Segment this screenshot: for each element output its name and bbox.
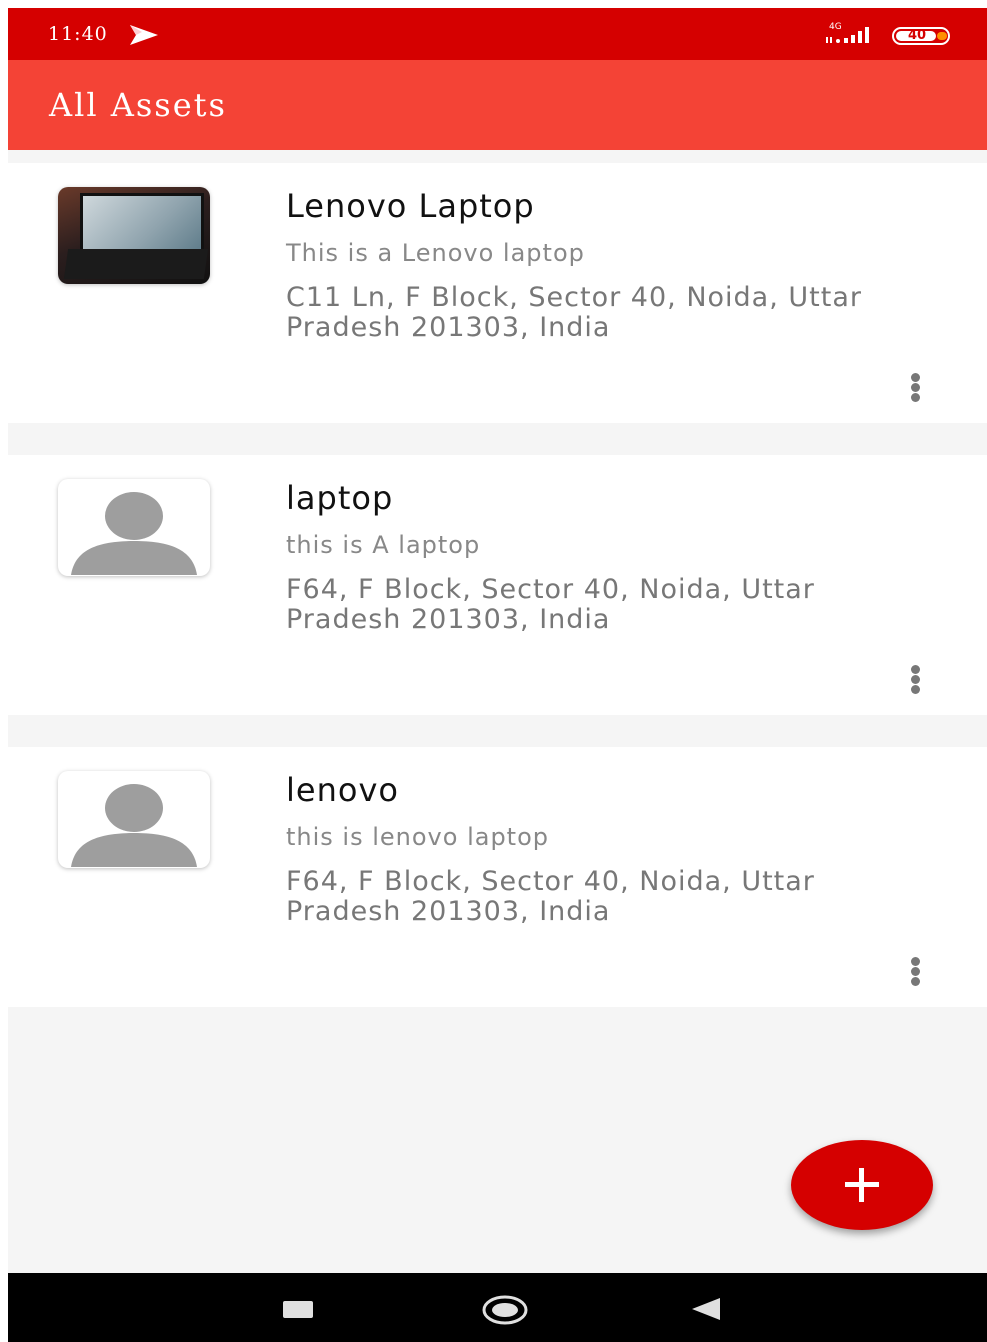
status-time: 11:40	[48, 23, 108, 45]
asset-title: laptop	[286, 479, 394, 517]
status-bar: 11:40 4G 40	[8, 8, 987, 60]
signal-icon	[824, 25, 880, 49]
asset-title: Lenovo Laptop	[286, 187, 535, 225]
system-nav-bar	[8, 1273, 987, 1342]
avatar-placeholder-icon	[71, 492, 197, 575]
asset-address: C11 Ln, F Block, Sector 40, Noida, Uttar…	[286, 282, 862, 343]
play-store-icon	[128, 24, 162, 50]
asset-card[interactable]: Lenovo Laptop This is a Lenovo laptop C1…	[8, 163, 987, 423]
add-asset-button[interactable]	[791, 1140, 933, 1230]
more-options-icon[interactable]	[908, 957, 922, 987]
laptop-photo	[58, 187, 210, 284]
asset-list: Lenovo Laptop This is a Lenovo laptop C1…	[8, 163, 987, 1039]
asset-title: lenovo	[286, 771, 399, 809]
plus-icon	[845, 1168, 879, 1202]
back-icon[interactable]	[690, 1297, 722, 1321]
asset-thumbnail[interactable]	[58, 771, 210, 868]
asset-thumbnail[interactable]	[58, 479, 210, 576]
recents-icon[interactable]	[283, 1301, 313, 1318]
asset-description: This is a Lenovo laptop	[286, 239, 585, 267]
more-options-icon[interactable]	[908, 665, 922, 695]
asset-card[interactable]: lenovo this is lenovo laptop F64, F Bloc…	[8, 747, 987, 1007]
asset-address: F64, F Block, Sector 40, Noida, Uttar Pr…	[286, 574, 815, 635]
app-screen: 11:40 4G 40 All Assets Lenovo Laptop Thi…	[8, 8, 987, 1342]
avatar-placeholder-icon	[71, 784, 197, 867]
page-title: All Assets	[49, 86, 227, 124]
asset-card[interactable]: laptop this is A laptop F64, F Block, Se…	[8, 455, 987, 715]
more-options-icon[interactable]	[908, 373, 922, 403]
asset-address: F64, F Block, Sector 40, Noida, Uttar Pr…	[286, 866, 815, 927]
asset-description: this is lenovo laptop	[286, 823, 550, 851]
asset-description: this is A laptop	[286, 531, 481, 559]
home-icon[interactable]	[482, 1295, 528, 1325]
battery-icon: 40	[892, 27, 950, 45]
battery-level: 40	[907, 28, 927, 43]
asset-thumbnail[interactable]	[58, 187, 210, 284]
app-bar: All Assets	[8, 60, 987, 150]
